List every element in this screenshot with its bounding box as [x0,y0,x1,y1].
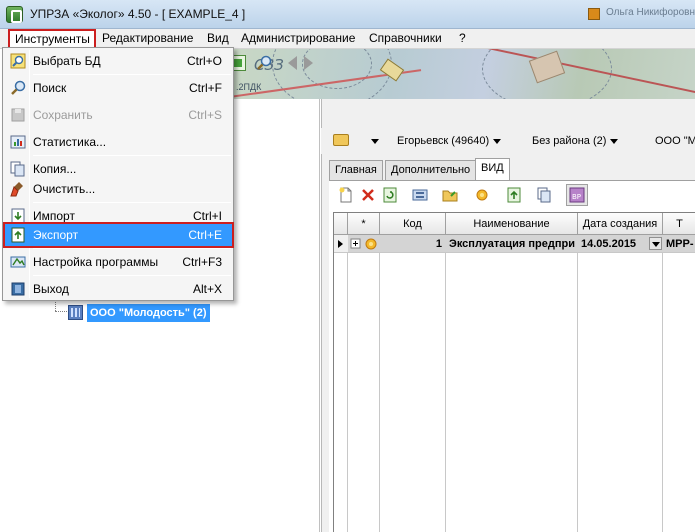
menu-item-clear[interactable]: Очистить... [5,178,232,200]
district-dropdown[interactable]: Без района (2) [532,128,619,154]
menu-item-exit[interactable]: Выход Alt+X [5,278,232,300]
data-grid: * Код Наименование Дата создания Т 1 Экс… [333,212,695,532]
district-label: Без района (2) [532,135,607,147]
report-icon[interactable]: BP [566,184,588,206]
menu-item-search[interactable]: Поиск Ctrl+F [5,77,232,99]
tools-menu: Выбрать БД Ctrl+O Поиск Ctrl+F Сохранить… [2,47,234,301]
building-icon [68,305,83,320]
menu-item-shortcut: Ctrl+O [186,54,222,68]
company-label: ООО "М [655,135,695,147]
grid-header-date[interactable]: Дата создания [578,213,663,235]
city-label: Егорьевск (49640) [397,135,490,147]
select-db-icon [10,53,26,69]
menu-item-label: Поиск [33,81,67,95]
date-dropdown-button[interactable] [649,237,662,250]
open-folder-icon[interactable] [442,187,458,203]
cell-date[interactable]: 14.05.2015 [578,235,663,253]
menu-item-settings[interactable]: Настройка программы Ctrl+F3 [5,251,232,273]
clear-icon [10,181,26,197]
menu-edit[interactable]: Редактирование [97,29,198,49]
new-record-icon[interactable] [338,187,354,203]
menu-administration[interactable]: Администрирование [236,29,360,49]
properties-icon[interactable] [412,187,428,203]
menu-bar: Инструменты Редактирование Вид Администр… [0,29,695,49]
tree-node-label: ООО "Молодость" (2) [87,304,210,322]
export-icon [10,227,26,243]
menu-item-label: Статистика... [33,135,107,149]
menu-item-shortcut: Ctrl+F3 [182,255,222,269]
folder-icon[interactable] [333,134,349,146]
menu-item-statistics[interactable]: Статистика... [5,131,232,153]
left-toolbar [230,52,320,74]
grid-header-type[interactable]: Т [663,213,695,235]
menu-item-label: Сохранить [33,108,93,122]
location-bar: Егорьевск (49640) Без района (2) ООО "М [321,128,695,154]
tree-node-company[interactable]: ООО "Молодость" (2) [55,303,225,323]
import-icon [10,208,26,224]
title-user-text: Ольга Никифоровна [606,7,695,18]
menu-item-label: Копия... [33,162,77,176]
menu-item-shortcut: Alt+X [192,282,222,296]
search-icon [10,80,26,96]
menu-item-label: Экспорт [33,228,79,242]
menu-item-export[interactable]: Экспорт Ctrl+E [3,222,234,248]
svg-text:BP: BP [572,193,581,201]
sun-icon[interactable] [474,187,490,203]
menu-item-save: Сохранить Ctrl+S [5,104,232,126]
chevron-down-icon [493,138,502,144]
user-icon [588,8,600,20]
grid-header-name[interactable]: Наименование [446,213,578,235]
chevron-down-icon [610,138,619,144]
search-icon[interactable] [256,55,272,71]
menu-item-copy[interactable]: Копия... [5,158,232,180]
window-title: УПРЗА «Эколог» 4.50 - [ EXAMPLE_4 ] [30,7,246,21]
menu-item-shortcut: Ctrl+E [188,228,222,242]
forward-arrow-icon[interactable] [304,56,313,70]
menu-references[interactable]: Справочники [364,29,447,49]
grid-corner-header [334,213,348,235]
map-label-2pdk: .2ПДК [236,82,262,92]
tab-additional[interactable]: Дополнительно [385,160,477,180]
row-pointer-icon [334,235,348,253]
tab-strip: Главная Дополнительно ВИД [329,158,695,180]
menu-help[interactable]: ? [454,29,471,49]
delete-icon[interactable] [360,187,376,203]
location-dropdown-arrow[interactable] [367,128,379,154]
grid-header-star[interactable]: * [348,213,380,235]
copy-icon [10,161,26,177]
city-dropdown[interactable]: Егорьевск (49640) [397,128,502,154]
cell-code[interactable]: 1 [380,235,446,253]
menu-item-label: Очистить... [33,182,96,196]
back-arrow-icon[interactable] [288,56,297,70]
save-icon [10,107,26,123]
grid-header-code[interactable]: Код [380,213,446,235]
title-user-area: Ольга Никифоровна [588,6,695,22]
statistics-icon [10,134,26,150]
menu-tools[interactable]: Инструменты [8,29,96,49]
copy-pages-icon[interactable] [536,187,552,203]
grid-toolbar: BP [336,184,695,206]
row-expand-cell[interactable] [348,235,380,253]
menu-item-shortcut: Ctrl+S [188,108,222,122]
refresh-icon[interactable] [382,187,398,203]
settings-icon [10,254,26,270]
tab-main[interactable]: Главная [329,160,383,180]
cell-type[interactable]: МРР- [663,235,695,253]
title-bar: УПРЗА «Эколог» 4.50 - [ EXAMPLE_4 ] Ольг… [0,0,695,29]
exit-icon [10,281,26,297]
app-icon [6,6,23,23]
menu-item-label: Выбрать БД [33,54,101,68]
tab-vid[interactable]: ВИД [475,158,510,180]
cell-name[interactable]: Эксплуатация предпри [446,235,578,253]
company-dropdown[interactable]: ООО "М [655,128,695,154]
cell-date-text: 14.05.2015 [581,238,637,250]
menu-item-label: Настройка программы [33,255,159,269]
menu-item-shortcut: Ctrl+F [189,81,222,95]
menu-view[interactable]: Вид [202,29,234,49]
menu-item-label: Выход [33,282,69,296]
menu-item-select-db[interactable]: Выбрать БД Ctrl+O [5,50,232,72]
export-page-icon[interactable] [506,187,522,203]
